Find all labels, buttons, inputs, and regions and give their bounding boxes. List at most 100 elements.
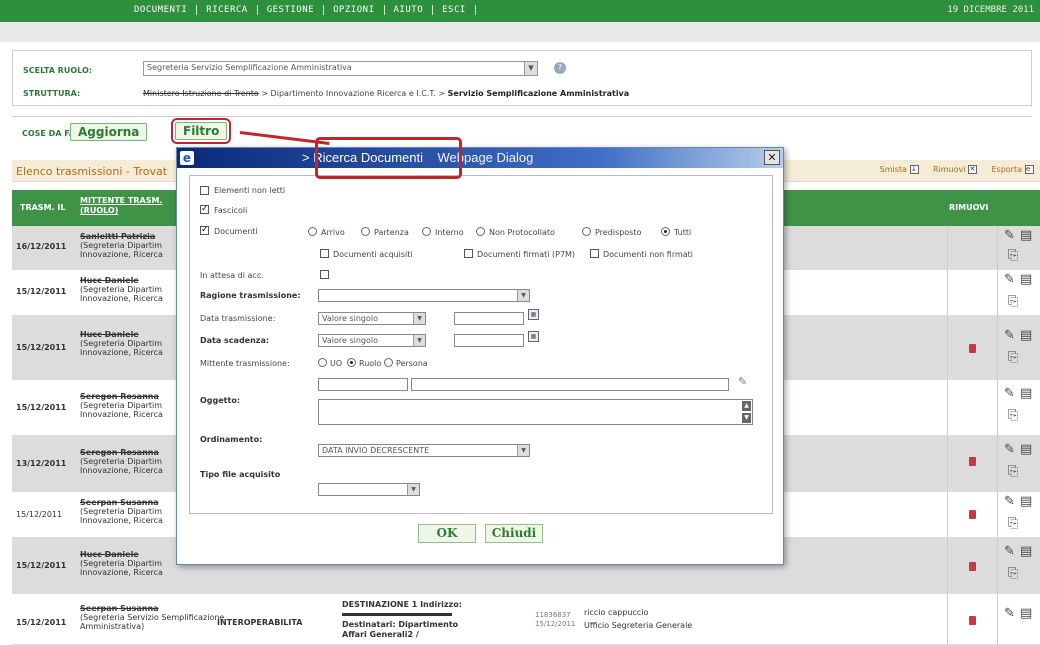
view-icon[interactable]: ✎ <box>1004 606 1015 621</box>
mittente-code-input[interactable] <box>318 378 408 391</box>
trash-icon[interactable] <box>969 616 976 625</box>
doc-icon[interactable]: ⎘ <box>1008 566 1018 581</box>
help-icon[interactable]: ? <box>554 62 566 74</box>
detail-icon[interactable]: ▤ <box>1020 228 1032 243</box>
doc-icon[interactable]: ⎘ <box>1008 408 1018 423</box>
data-trasm-label: Data trasmissione: <box>200 314 276 323</box>
list-actions: Smista ↓ Rimuovi ✕ Esporta e <box>880 165 1034 174</box>
filtro-button[interactable]: Filtro <box>170 118 232 144</box>
elementi-non-letti-checkbox[interactable] <box>200 186 209 195</box>
table-row[interactable]: 15/12/2011 Seerpan Susanna (Segreteria Se… <box>12 594 1040 645</box>
detail-icon[interactable]: ▤ <box>1020 442 1032 457</box>
menu-esci[interactable]: ESCI <box>433 5 476 15</box>
ragione-select[interactable]: ▼ <box>318 289 530 302</box>
current-date: 19 DICEMBRE 2011 <box>947 5 1034 15</box>
chiudi-button[interactable]: Chiudi <box>485 524 543 543</box>
radio-tutti-label: Tutti <box>674 228 692 237</box>
rimuovi-button[interactable]: Rimuovi ✕ <box>933 165 978 174</box>
row-sender: Sanleitti Patrizia (Segreteria Dipartim In… <box>80 232 163 259</box>
row-date: 13/12/2011 <box>16 459 67 468</box>
struttura-path: Ministero Istruzione di Trento > Diparti… <box>143 89 629 98</box>
pencil-icon[interactable]: ✎ <box>738 375 747 388</box>
export-icon: e <box>1025 165 1034 174</box>
doc-non-firmati-checkbox[interactable] <box>590 249 599 258</box>
detail-icon[interactable]: ▤ <box>1020 544 1032 559</box>
scroll-up-icon[interactable]: ▲ <box>742 401 751 411</box>
rimuovi-cell <box>947 538 998 593</box>
ok-button[interactable]: OK <box>418 524 476 543</box>
mittente-name-input[interactable] <box>411 378 729 391</box>
doc-icon[interactable]: ⎘ <box>1008 516 1018 531</box>
view-icon[interactable]: ✎ <box>1004 328 1015 343</box>
tipo-file-select[interactable]: ▼ <box>318 483 420 496</box>
data-scad-select[interactable]: Valore singolo ▼ <box>318 334 426 347</box>
scroll-down-icon[interactable]: ▼ <box>742 413 751 423</box>
main-menu: DOCUMENTI RICERCA GESTIONE OPZIONI AIUTO… <box>125 5 476 15</box>
menu-gestione[interactable]: GESTIONE <box>258 5 325 15</box>
trash-icon[interactable] <box>969 344 976 353</box>
fascicoli-label: Fascicoli <box>214 206 248 215</box>
sender-dept: (Segreteria Servizio Semplificazione <box>80 613 225 622</box>
col-sender-header[interactable]: MITTENTE TRASM. (RUOLO) <box>80 196 190 216</box>
radio-arrivo[interactable] <box>308 227 317 236</box>
row-date: 16/12/2011 <box>16 242 67 251</box>
doc-icon[interactable]: ⎘ <box>1008 350 1018 365</box>
radio-interno[interactable] <box>422 227 431 236</box>
aggiorna-button[interactable]: Aggiorna <box>70 123 148 141</box>
view-icon[interactable]: ✎ <box>1004 442 1015 457</box>
mittente-label: Mittente trasmissione: <box>200 359 290 368</box>
radio-ruolo[interactable] <box>347 358 356 367</box>
chevron-down-icon: ▼ <box>413 313 425 324</box>
ordinamento-select[interactable]: DATA INVIO DECRESCENTE ▼ <box>318 444 530 457</box>
detail-icon[interactable]: ▤ <box>1020 328 1032 343</box>
doc-acquisiti-checkbox[interactable] <box>320 249 329 258</box>
data-scad-input[interactable] <box>454 334 524 347</box>
radio-tutti[interactable] <box>661 227 670 236</box>
radio-uo[interactable] <box>318 358 327 367</box>
menu-documenti[interactable]: DOCUMENTI <box>125 5 198 15</box>
row-actions: ✎ ▤ ⎘ <box>1002 270 1040 315</box>
rimuovi-cell <box>947 436 998 491</box>
dialog-close-button[interactable]: ✕ <box>764 150 780 165</box>
dialog-titlebar[interactable]: e > Ricerca Documenti Webpage Dialog ✕ <box>177 148 783 168</box>
detail-icon[interactable]: ▤ <box>1020 272 1032 287</box>
doc-icon[interactable]: ⎘ <box>1008 294 1018 309</box>
fascicoli-checkbox[interactable]: ✓ <box>200 205 209 214</box>
documenti-checkbox[interactable]: ✓ <box>200 226 209 235</box>
calendar-icon[interactable]: ▦ <box>528 309 539 320</box>
esporta-button[interactable]: Esporta e <box>991 165 1034 174</box>
radio-persona[interactable] <box>384 358 393 367</box>
sender-sub: Amministrativa) <box>80 622 145 631</box>
menu-ricerca[interactable]: RICERCA <box>197 5 258 15</box>
radio-uo-label: UO <box>330 359 343 368</box>
radio-predisposto[interactable] <box>582 227 591 236</box>
in-attesa-checkbox[interactable] <box>320 270 329 279</box>
trash-icon[interactable] <box>969 562 976 571</box>
menu-opzioni[interactable]: OPZIONI <box>324 5 385 15</box>
doc-firmati-checkbox[interactable] <box>464 249 473 258</box>
detail-icon[interactable]: ▤ <box>1020 386 1032 401</box>
role-panel: SCELTA RUOLO: Segreteria Servizio Sempli… <box>12 50 1032 106</box>
smista-button[interactable]: Smista ↓ <box>880 165 919 174</box>
col-date-header[interactable]: TRASM. IL <box>20 203 65 212</box>
data-trasm-input[interactable] <box>454 312 524 325</box>
detail-icon[interactable]: ▤ <box>1020 494 1032 509</box>
view-icon[interactable]: ✎ <box>1004 228 1015 243</box>
data-trasm-select[interactable]: Valore singolo ▼ <box>318 312 426 325</box>
radio-partenza[interactable] <box>361 227 370 236</box>
view-icon[interactable]: ✎ <box>1004 544 1015 559</box>
calendar-icon[interactable]: ▦ <box>528 331 539 342</box>
radio-non-protocollato[interactable] <box>476 227 485 236</box>
trash-icon[interactable] <box>969 510 976 519</box>
row-type: INTEROPERABILITA <box>217 618 303 627</box>
menu-aiuto[interactable]: AIUTO <box>385 5 434 15</box>
view-icon[interactable]: ✎ <box>1004 494 1015 509</box>
role-select[interactable]: Segreteria Servizio Semplificazione Ammi… <box>143 61 538 76</box>
doc-icon[interactable]: ⎘ <box>1008 464 1018 479</box>
view-icon[interactable]: ✎ <box>1004 272 1015 287</box>
view-icon[interactable]: ✎ <box>1004 386 1015 401</box>
detail-icon[interactable]: ▤ <box>1020 606 1032 621</box>
doc-icon[interactable]: ⎘ <box>1008 248 1018 263</box>
trash-icon[interactable] <box>969 457 976 466</box>
oggetto-textarea[interactable]: ▲ ▼ <box>318 399 753 425</box>
